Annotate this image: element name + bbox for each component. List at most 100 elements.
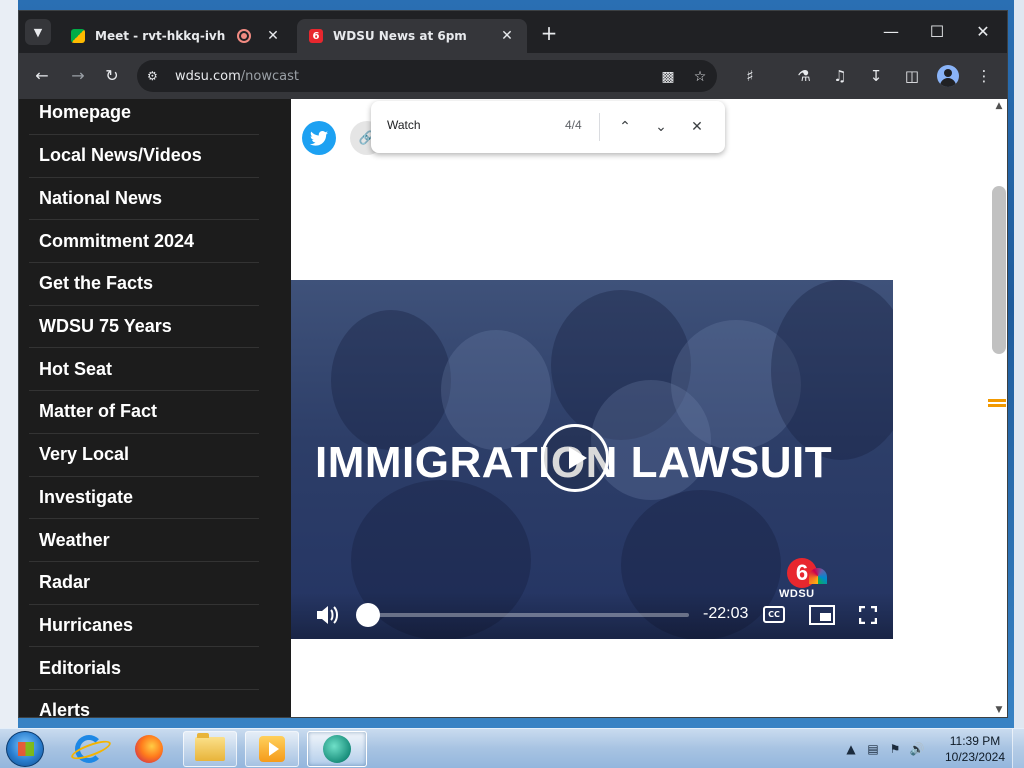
sidebar-item-matter-of-fact[interactable]: Matter of Fact bbox=[29, 391, 259, 434]
windows-taskbar: ▲ ▤ ⚑ 🔊 11:39 PM 10/23/2024 bbox=[0, 728, 1024, 768]
system-clock[interactable]: 11:39 PM 10/23/2024 bbox=[940, 733, 1010, 765]
url-path: /nowcast bbox=[240, 68, 299, 84]
video-player[interactable]: IMMIGRATION LAWSUIT 6 WDSU -22:03 CC bbox=[291, 280, 893, 639]
sidebar-item-radar[interactable]: Radar bbox=[29, 562, 259, 605]
profile-avatar-icon[interactable] bbox=[937, 65, 959, 87]
side-panel-icon[interactable]: ◫ bbox=[899, 63, 925, 89]
site-nav-sidebar: Homepage Local News/Videos National News Co… bbox=[19, 99, 291, 717]
arrow-right-icon: → bbox=[71, 66, 85, 85]
page-find-icon[interactable]: ▩ bbox=[657, 66, 679, 88]
find-result-markers bbox=[988, 399, 1006, 413]
volume-icon[interactable]: 🔊 bbox=[906, 742, 928, 756]
scroll-down-icon[interactable]: ▼ bbox=[993, 705, 1005, 717]
scrollbar-thumb[interactable] bbox=[992, 186, 1006, 354]
video-controls: -22:03 CC bbox=[291, 592, 893, 639]
taskbar-firefox[interactable] bbox=[122, 731, 176, 767]
find-match-count: 4/4 bbox=[565, 118, 582, 132]
show-desktop-button[interactable] bbox=[1012, 729, 1024, 768]
sidebar-item-homepage[interactable]: Homepage bbox=[29, 99, 259, 135]
extensions-icon[interactable]: ♯ bbox=[737, 63, 763, 89]
video-progress-thumb[interactable] bbox=[356, 603, 380, 627]
taskbar-chat-app[interactable] bbox=[307, 731, 367, 767]
sidebar-item-very-local[interactable]: Very Local bbox=[29, 434, 259, 477]
close-tab-icon[interactable]: ✕ bbox=[265, 28, 281, 44]
tab-title: WDSU News at 6pm bbox=[333, 29, 467, 43]
maximize-icon: ☐ bbox=[929, 22, 945, 41]
scroll-up-icon[interactable]: ▲ bbox=[993, 101, 1005, 113]
download-icon[interactable]: ↧ bbox=[863, 63, 889, 89]
sidebar-item-hot-seat[interactable]: Hot Seat bbox=[29, 348, 259, 392]
sidebar-item-national-news[interactable]: National News bbox=[29, 178, 259, 221]
tab-title: Meet - rvt-hkkq-ivh bbox=[95, 29, 226, 43]
find-marker bbox=[988, 399, 1006, 402]
play-button[interactable] bbox=[541, 424, 609, 492]
video-progress-track[interactable] bbox=[369, 613, 689, 617]
close-icon: ✕ bbox=[691, 119, 703, 135]
fullscreen-icon[interactable] bbox=[859, 606, 877, 624]
find-input[interactable]: Watch bbox=[387, 118, 421, 132]
site-nav-list: Homepage Local News/Videos National News Co… bbox=[29, 99, 259, 717]
taskbar-media-player[interactable] bbox=[245, 731, 299, 767]
sidebar-item-weather[interactable]: Weather bbox=[29, 519, 259, 562]
reload-button[interactable]: ↻ bbox=[99, 63, 125, 89]
taskbar-file-explorer[interactable] bbox=[183, 731, 237, 767]
bookmark-star-icon[interactable]: ☆ bbox=[689, 66, 711, 88]
picture-in-picture-icon[interactable] bbox=[809, 605, 835, 625]
chevron-up-icon: ⌃ bbox=[619, 119, 631, 135]
nbc-peacock-icon bbox=[809, 568, 827, 584]
find-next-button[interactable]: ⌄ bbox=[649, 115, 673, 139]
forward-button[interactable]: → bbox=[65, 63, 91, 89]
sidebar-item-editorials[interactable]: Editorials bbox=[29, 647, 259, 690]
find-previous-button[interactable]: ⌃ bbox=[613, 115, 637, 139]
sidebar-item-commitment-2024[interactable]: Commitment 2024 bbox=[29, 220, 259, 264]
labs-flask-icon[interactable]: ⚗ bbox=[791, 63, 817, 89]
show-hidden-icons-icon[interactable]: ▲ bbox=[840, 742, 862, 756]
tab-wdsu[interactable]: 6 WDSU News at 6pm ✕ bbox=[297, 19, 527, 53]
menu-kebab-icon[interactable]: ⋮ bbox=[971, 63, 997, 89]
twitter-share-button[interactable] bbox=[302, 121, 336, 155]
address-bar[interactable]: ⚙ wdsu.com/nowcast ▩ ☆ bbox=[137, 60, 717, 92]
sidebar-item-alerts[interactable]: Alerts bbox=[29, 690, 259, 717]
reload-icon: ↻ bbox=[105, 66, 119, 85]
start-button[interactable] bbox=[6, 731, 44, 767]
clock-date: 10/23/2024 bbox=[944, 750, 1006, 764]
media-player-icon bbox=[259, 736, 285, 762]
close-tab-icon[interactable]: ✕ bbox=[499, 28, 515, 44]
tab-search-button[interactable]: ▼ bbox=[25, 19, 51, 45]
tab-meet[interactable]: Meet - rvt-hkkq-ivh ✕ bbox=[59, 19, 293, 53]
network-icon[interactable]: ▤ bbox=[862, 742, 884, 756]
minimize-button[interactable]: — bbox=[869, 19, 913, 45]
firefox-icon bbox=[135, 735, 163, 763]
maximize-button[interactable]: ☐ bbox=[915, 19, 959, 45]
closed-captions-button[interactable]: CC bbox=[763, 606, 785, 623]
minimize-icon: — bbox=[883, 22, 899, 41]
action-center-flag-icon[interactable]: ⚑ bbox=[884, 742, 906, 756]
taskbar-internet-explorer[interactable] bbox=[62, 731, 116, 767]
new-tab-button[interactable]: + bbox=[537, 21, 561, 45]
chevron-down-icon: ⌄ bbox=[655, 119, 667, 135]
sidebar-item-get-the-facts[interactable]: Get the Facts bbox=[29, 263, 259, 306]
browser-window: ▼ Meet - rvt-hkkq-ivh ✕ 6 WDSU News at 6… bbox=[18, 10, 1008, 718]
internet-explorer-icon bbox=[75, 735, 103, 763]
page-viewport: Homepage Local News/Videos National News Co… bbox=[19, 99, 1007, 717]
plus-icon: + bbox=[540, 21, 558, 45]
chevron-down-icon: ▼ bbox=[33, 25, 43, 39]
twitter-bird-icon bbox=[310, 130, 328, 146]
browser-toolbar: ← → ↻ ⚙ wdsu.com/nowcast ▩ ☆ ♯ ⚗ ♫ ↧ ◫ ⋮ bbox=[19, 53, 1007, 99]
find-in-page-bar: Watch 4/4 ⌃ ⌄ ✕ bbox=[371, 101, 725, 153]
back-button[interactable]: ← bbox=[29, 63, 55, 89]
sidebar-item-hurricanes[interactable]: Hurricanes bbox=[29, 605, 259, 648]
close-window-button[interactable]: ✕ bbox=[961, 19, 1005, 45]
video-frame-shape bbox=[771, 280, 893, 460]
sidebar-item-investigate[interactable]: Investigate bbox=[29, 477, 259, 520]
media-queue-icon[interactable]: ♫ bbox=[827, 63, 853, 89]
volume-icon[interactable] bbox=[315, 604, 339, 626]
site-info-icon[interactable]: ⚙ bbox=[147, 69, 165, 83]
sidebar-item-wdsu-75-years[interactable]: WDSU 75 Years bbox=[29, 306, 259, 349]
google-meet-icon bbox=[71, 29, 85, 43]
video-frame-shape bbox=[441, 330, 551, 450]
sidebar-item-local-news-videos[interactable]: Local News/Videos bbox=[29, 135, 259, 178]
url-host: wdsu.com bbox=[175, 68, 241, 84]
find-close-button[interactable]: ✕ bbox=[685, 115, 709, 139]
desktop-background bbox=[0, 0, 18, 728]
